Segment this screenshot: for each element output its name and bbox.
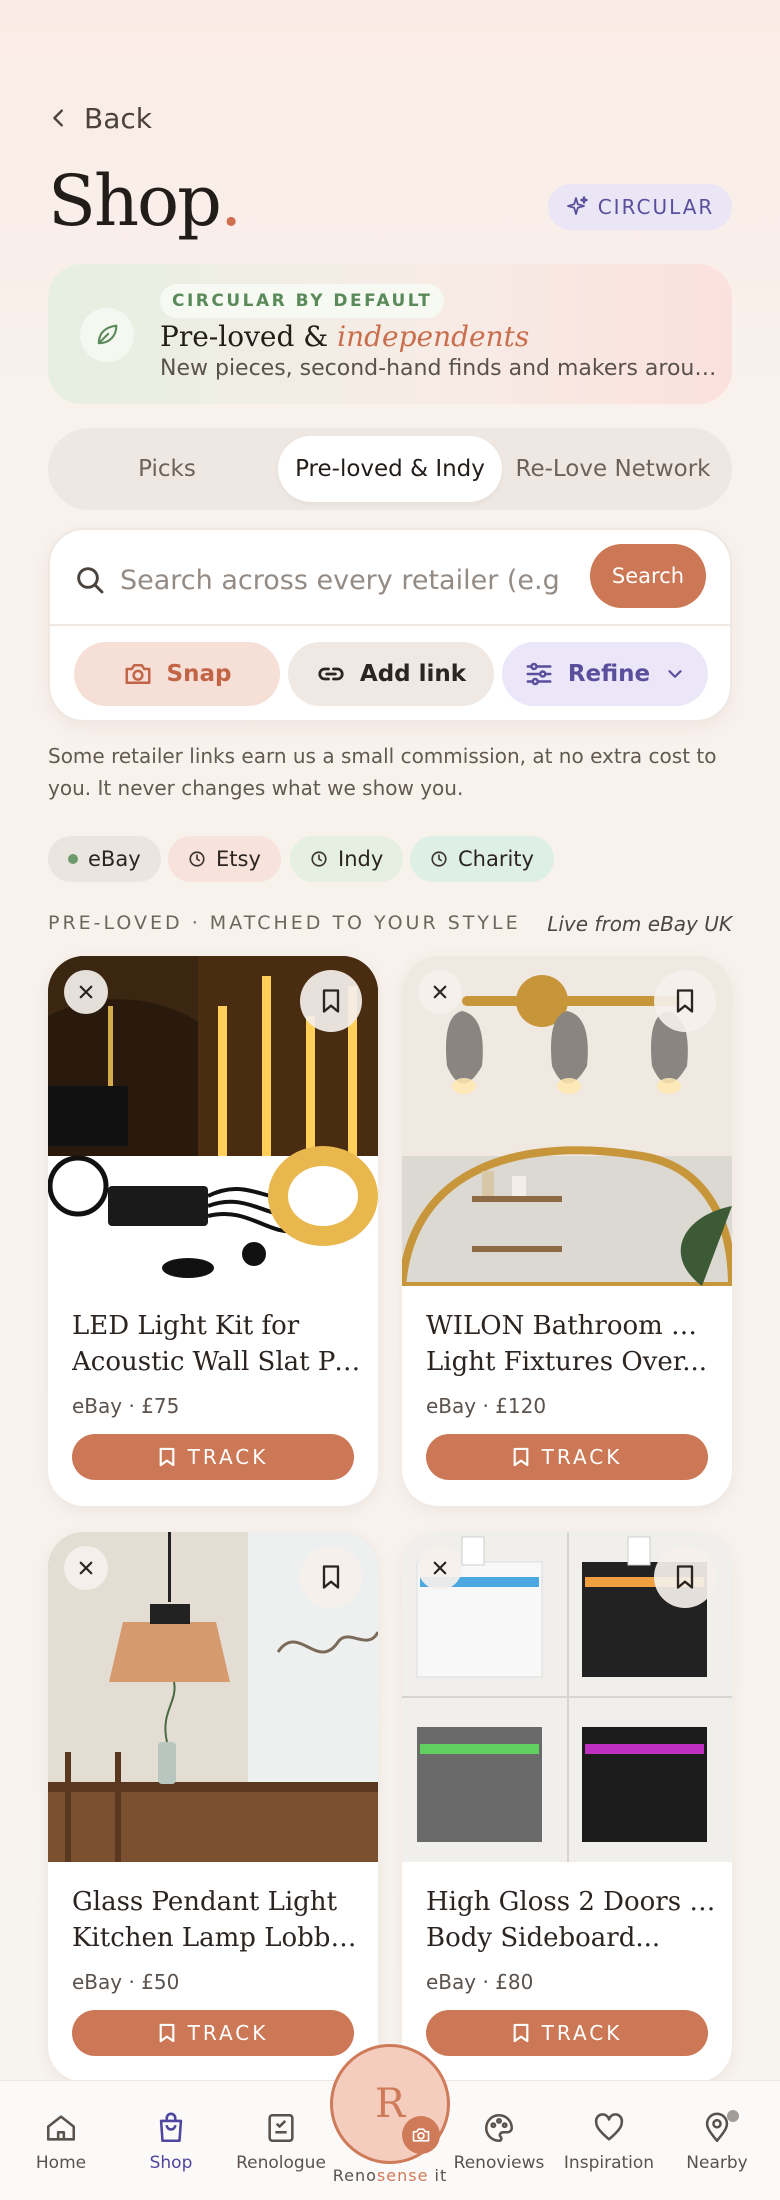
product-card[interactable]: High Gloss 2 Doors MattBody Sideboard...… (402, 1532, 732, 2082)
product-meta: eBay · £80 (426, 1970, 534, 1994)
search-icon (77, 567, 104, 594)
bookmark-icon (322, 1565, 340, 1589)
banner-tag: CIRCULAR BY DEFAULT (160, 284, 445, 318)
search-input[interactable] (120, 552, 560, 608)
bookmark-icon (159, 2023, 175, 2043)
dismiss-button[interactable] (64, 1546, 108, 1590)
save-button[interactable] (300, 970, 362, 1032)
product-title: High Gloss 2 Doors MattBody Sideboard... (426, 1887, 716, 1953)
close-icon (433, 985, 447, 999)
chip-label: Indy (338, 847, 384, 871)
track-button[interactable]: TRACK (72, 1434, 354, 1480)
filter-chip-charity[interactable]: Charity (410, 836, 554, 882)
product-card[interactable]: LED Light Kit for Acoustic Wall Slat Pan e… (48, 956, 378, 1506)
close-icon (79, 985, 93, 999)
track-button[interactable]: TRACK (426, 2010, 708, 2056)
bookmark-icon (676, 989, 694, 1013)
add-link-label: Add link (359, 661, 467, 687)
camera-icon (125, 664, 151, 684)
add-link-button[interactable]: Add link (288, 642, 494, 706)
clock-icon (431, 851, 447, 867)
product-card[interactable]: WILON Bathroom Wall Light Fixtures Over..… (402, 956, 732, 1506)
dismiss-button[interactable] (418, 970, 462, 1014)
product-meta: eBay · £120 (426, 1394, 547, 1418)
clock-icon (311, 851, 327, 867)
refine-label: Refine (567, 661, 651, 687)
renosense-logo: R (374, 2081, 406, 2127)
tab-preloved-indy[interactable]: Pre-loved & Indy (278, 436, 502, 502)
dismiss-button[interactable] (418, 1546, 462, 1590)
nav-shop[interactable]: Shop (116, 2111, 226, 2173)
snap-button[interactable]: Snap (74, 642, 280, 706)
chevron-down-icon (668, 670, 682, 678)
nav-nearby[interactable]: Nearby (662, 2111, 772, 2173)
camera-icon (402, 2116, 440, 2154)
section-label: PRE-LOVED · MATCHED TO YOUR STYLE (48, 912, 521, 934)
home-icon (46, 2115, 76, 2141)
notification-dot (727, 2110, 739, 2122)
commission-disclaimer: Some retailer links earn us a small comm… (48, 744, 717, 800)
product-title: WILON Bathroom Wall Light Fixtures Over..… (426, 1311, 716, 1377)
chip-label: Etsy (216, 847, 261, 871)
leaf-icon (80, 308, 134, 362)
product-meta: eBay · £75 (72, 1394, 180, 1418)
nav-renologue[interactable]: Renologue (226, 2111, 336, 2173)
nav-home[interactable]: Home (6, 2111, 116, 2173)
shop-tabs: Picks Pre-loved & Indy Re-Love Network (48, 428, 732, 510)
product-card[interactable]: Glass Pendant Light Kitchen Lamp Lobby...… (48, 1532, 378, 2082)
circular-badge-label: CIRCULAR (597, 195, 715, 219)
chip-label: Charity (458, 847, 534, 871)
search-card: Search Snap Add link Refine (48, 528, 732, 722)
palette-icon (484, 2113, 514, 2143)
renosense-label: Renosense it (332, 2166, 448, 2185)
close-icon (433, 1561, 447, 1575)
sparkle-icon (566, 196, 588, 215)
banner-heading: Pre-loved & independents (160, 320, 530, 353)
bookmark-icon (513, 2023, 529, 2043)
filter-chip-ebay[interactable]: eBay (48, 836, 161, 882)
divider (50, 624, 730, 626)
circular-badge[interactable]: CIRCULAR (548, 184, 732, 230)
sliders-icon (526, 662, 552, 686)
chevron-left-icon (53, 109, 63, 127)
save-button[interactable] (654, 970, 716, 1032)
back-label: Back (84, 101, 152, 135)
bookmark-icon (676, 1565, 694, 1589)
nav-inspiration[interactable]: Inspiration (554, 2111, 664, 2173)
track-button[interactable]: TRACK (426, 1434, 708, 1480)
save-button[interactable] (654, 1546, 716, 1608)
close-icon (79, 1561, 93, 1575)
bookmark-icon (159, 1447, 175, 1467)
chip-label: eBay (88, 847, 141, 871)
bookmark-icon (513, 1447, 529, 1467)
banner-subtext: New pieces, second-hand finds and makers… (160, 356, 720, 381)
back-button[interactable]: Back (48, 98, 152, 138)
circular-banner: CIRCULAR BY DEFAULT Pre-loved & independ… (48, 264, 732, 404)
filter-chip-indy[interactable]: Indy (290, 836, 404, 882)
product-title: Glass Pendant Light Kitchen Lamp Lobby... (72, 1887, 362, 1953)
snap-label: Snap (166, 661, 232, 687)
tab-relove-network[interactable]: Re-Love Network (502, 436, 724, 502)
track-button[interactable]: TRACK (72, 2010, 354, 2056)
product-title: LED Light Kit forAcoustic Wall Slat Pane… (72, 1311, 362, 1377)
link-icon (318, 667, 344, 681)
product-meta: eBay · £50 (72, 1970, 180, 1994)
live-dot-icon (68, 854, 78, 864)
shopping-bag-icon (159, 2112, 183, 2143)
heart-icon (594, 2113, 624, 2141)
bookmark-icon (322, 989, 340, 1013)
refine-button[interactable]: Refine (502, 642, 708, 706)
page-title: Shop. (48, 160, 242, 242)
save-button[interactable] (300, 1546, 362, 1608)
nav-renoviews[interactable]: Renoviews (444, 2111, 554, 2173)
tab-picks[interactable]: Picks (56, 436, 278, 502)
section-source: Live from eBay UK (547, 912, 732, 936)
journal-icon (268, 2113, 294, 2143)
dismiss-button[interactable] (64, 970, 108, 1014)
filter-chip-etsy[interactable]: Etsy (168, 836, 281, 882)
search-button[interactable]: Search (590, 544, 706, 608)
clock-icon (189, 851, 205, 867)
